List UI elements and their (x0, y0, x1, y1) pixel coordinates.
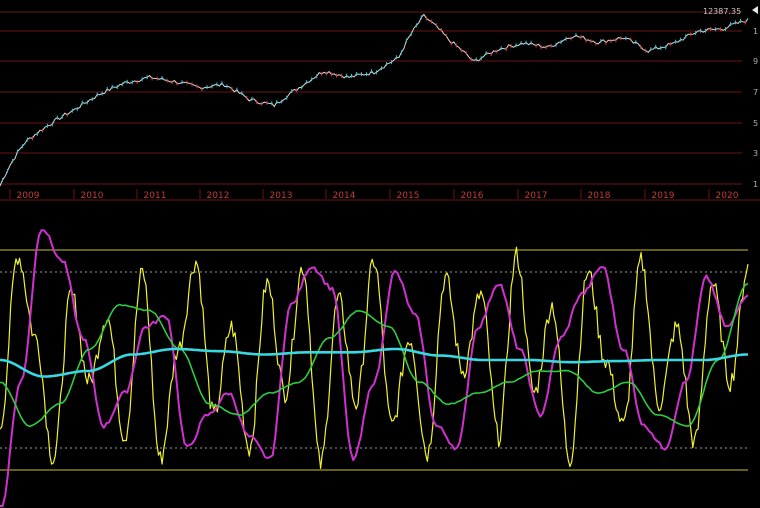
price-y-tick-label: 1 (753, 27, 758, 36)
last-price-label: 12387.35 (703, 7, 741, 16)
price-y-tick-label: 1 (753, 180, 758, 189)
chart-canvas: 197531 2009 2010 2011 2012 2013 2014 2015 2016 2… (0, 0, 760, 508)
chart-background (0, 0, 760, 508)
price-y-tick-label: 5 (753, 119, 758, 128)
price-y-tick-label: 3 (753, 149, 758, 158)
price-y-tick-label: 7 (753, 88, 758, 97)
price-y-tick-label: 9 (753, 57, 758, 66)
